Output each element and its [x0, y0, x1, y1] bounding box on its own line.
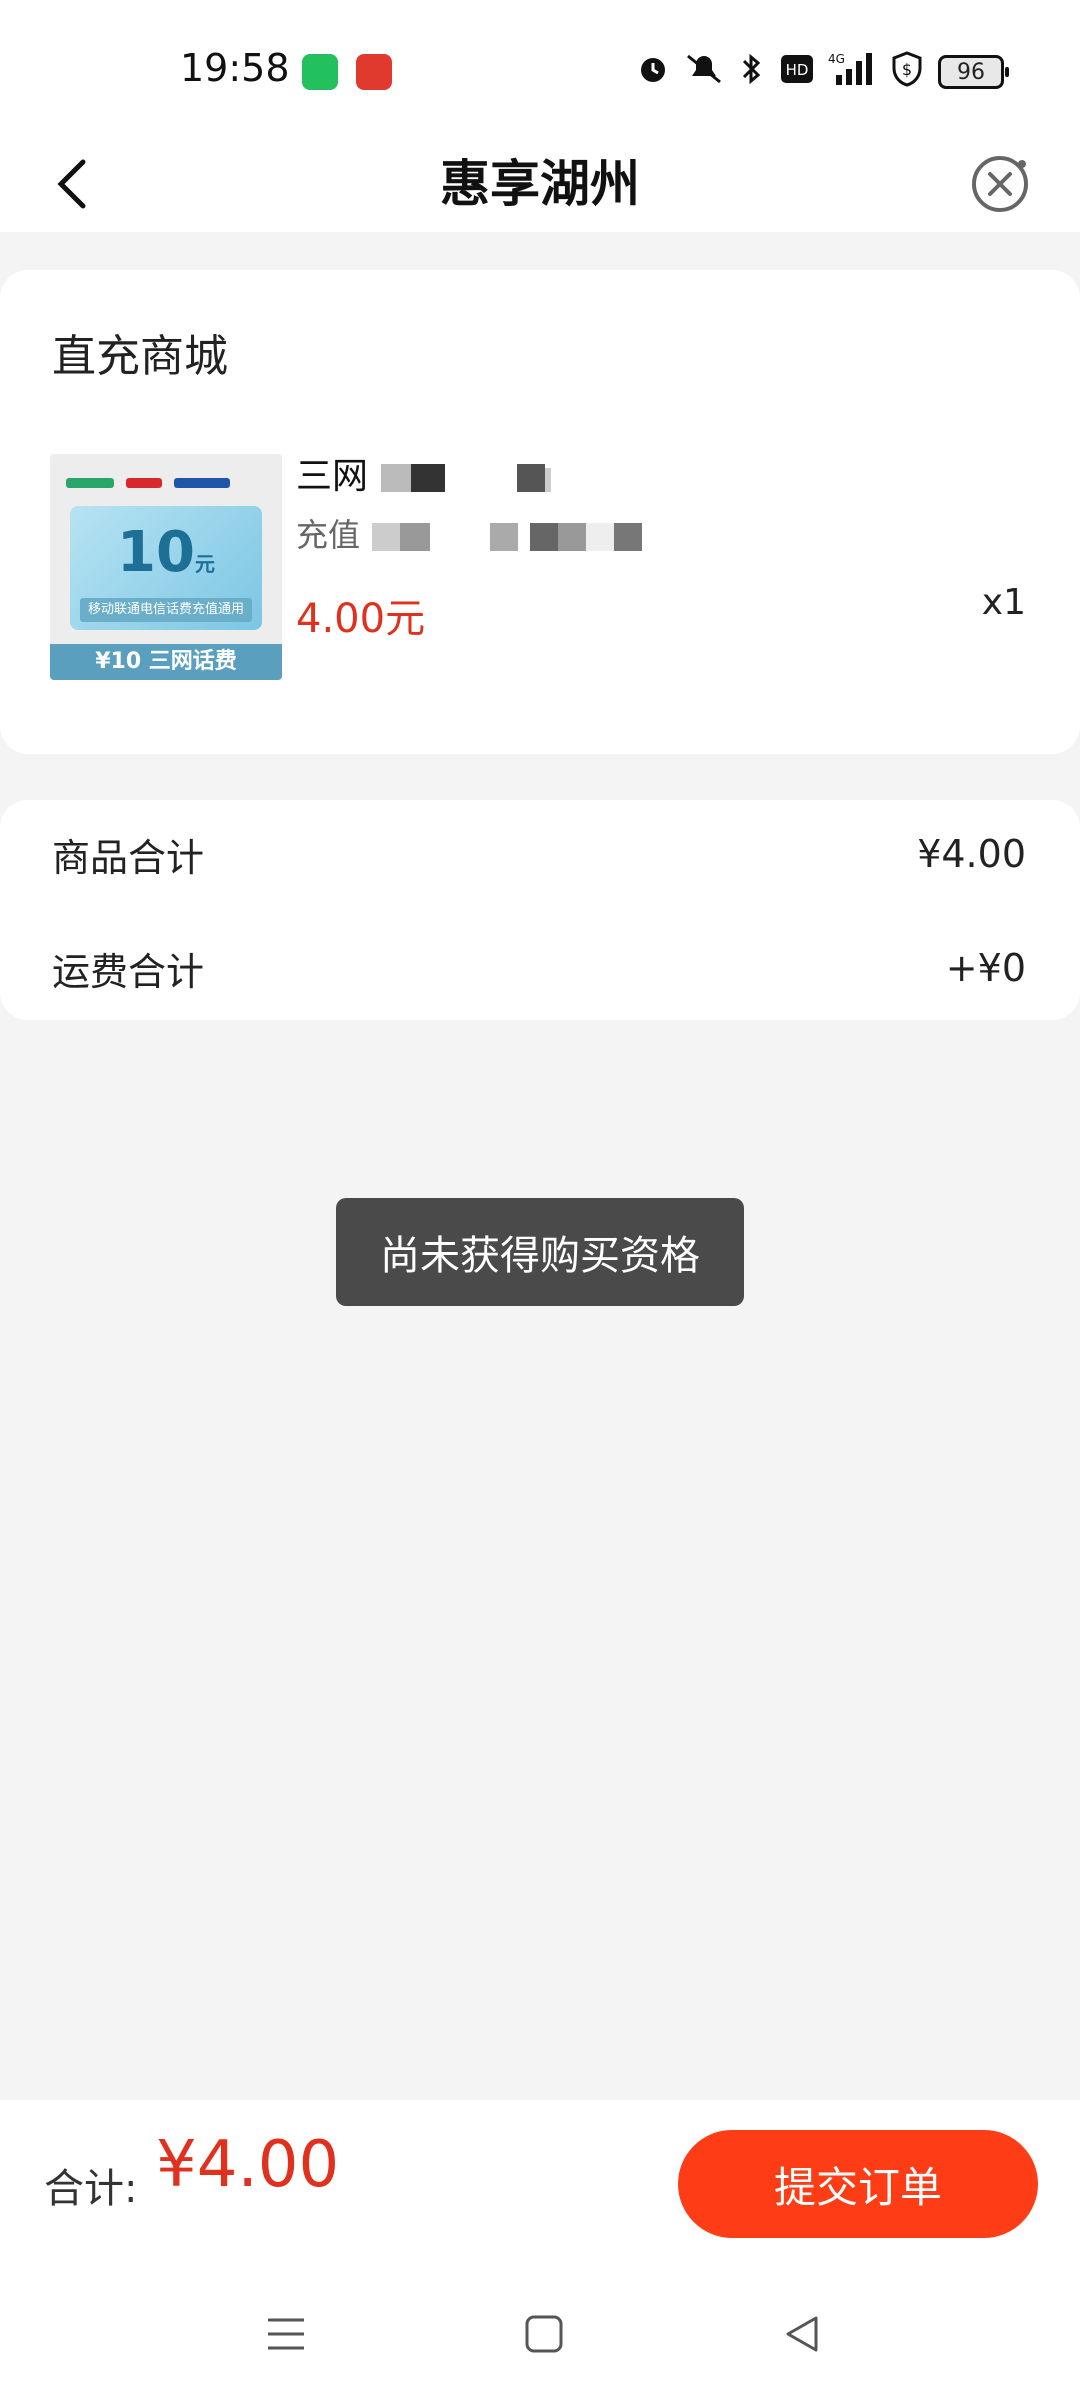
status-bar: 19:58 HD 4G $ 96	[0, 0, 1080, 136]
submit-order-button[interactable]: 提交订单	[678, 2130, 1038, 2238]
svg-text:$: $	[902, 60, 912, 79]
product-image[interactable]: 10元 移动联通电信话费充值通用 ¥10 三网话费	[50, 454, 282, 680]
product-image-footer: ¥10 三网话费	[50, 644, 282, 680]
goods-total-row: 商品合计 ¥4.00	[52, 824, 1026, 884]
china-telecom-logo	[174, 478, 230, 488]
signal-icon: 4G	[828, 51, 876, 94]
nav-bar: 惠享湖州	[0, 136, 1080, 232]
redacted-text	[381, 464, 552, 492]
status-icons: HD 4G $ 96	[636, 50, 1009, 94]
app-notification-icon	[356, 54, 392, 90]
product-subtitle: 充值	[296, 512, 672, 558]
menu-icon	[268, 2318, 304, 2350]
order-total-value: ¥4.00	[156, 2128, 340, 2202]
carrier-logos	[66, 468, 266, 498]
shipping-total-value: +¥0	[945, 946, 1026, 990]
mute-icon	[684, 52, 724, 93]
bluetooth-icon	[738, 52, 766, 93]
shipping-total-row: 运费合计 +¥0	[52, 938, 1026, 998]
product-price: 4.00元	[296, 596, 426, 642]
close-icon	[972, 156, 1028, 212]
screen: 19:58 HD 4G $ 96 惠享湖州 直充商城 10元 移动联通电信话费充…	[0, 0, 1080, 2400]
product-face-value: 10元	[117, 520, 215, 585]
store-card: 直充商城 10元 移动联通电信话费充值通用 ¥10 三网话费 三网 充值 4.0…	[0, 270, 1080, 754]
wechat-notification-icon	[302, 54, 338, 90]
svg-text:4G: 4G	[828, 52, 845, 66]
totals-card: 商品合计 ¥4.00 运费合计 +¥0	[0, 800, 1080, 1020]
store-title: 直充商城	[52, 331, 228, 382]
redacted-text	[372, 523, 643, 551]
shield-icon: $	[890, 50, 924, 94]
status-time: 19:58	[180, 46, 290, 90]
china-unicom-logo	[126, 478, 162, 488]
system-back-button[interactable]	[770, 2302, 834, 2366]
product-quantity: x1	[981, 582, 1026, 623]
alarm-icon	[636, 52, 670, 93]
goods-total-value: ¥4.00	[917, 832, 1026, 876]
triangle-back-icon	[786, 2316, 818, 2352]
close-button[interactable]	[954, 138, 1046, 230]
home-button[interactable]	[512, 2302, 576, 2366]
order-total-label: 合计:	[44, 2166, 138, 2212]
home-square-icon	[525, 2315, 563, 2353]
china-mobile-logo	[66, 478, 114, 488]
product-name[interactable]: 三网	[296, 454, 552, 500]
battery-icon: 96	[938, 55, 1009, 89]
checkout-bar: 合计: ¥4.00 提交订单	[0, 2100, 1080, 2268]
page-title: 惠享湖州	[440, 155, 640, 213]
goods-total-label: 商品合计	[52, 835, 205, 880]
recent-apps-button[interactable]	[254, 2302, 318, 2366]
hd-icon: HD	[780, 54, 814, 91]
product-image-band: 移动联通电信话费充值通用	[80, 598, 252, 622]
toast-message: 尚未获得购买资格	[336, 1198, 744, 1306]
product-image-card: 10元 移动联通电信话费充值通用	[70, 506, 262, 630]
system-nav-bar	[0, 2268, 1080, 2400]
svg-text:HD: HD	[786, 61, 809, 79]
shipping-total-label: 运费合计	[52, 949, 205, 994]
